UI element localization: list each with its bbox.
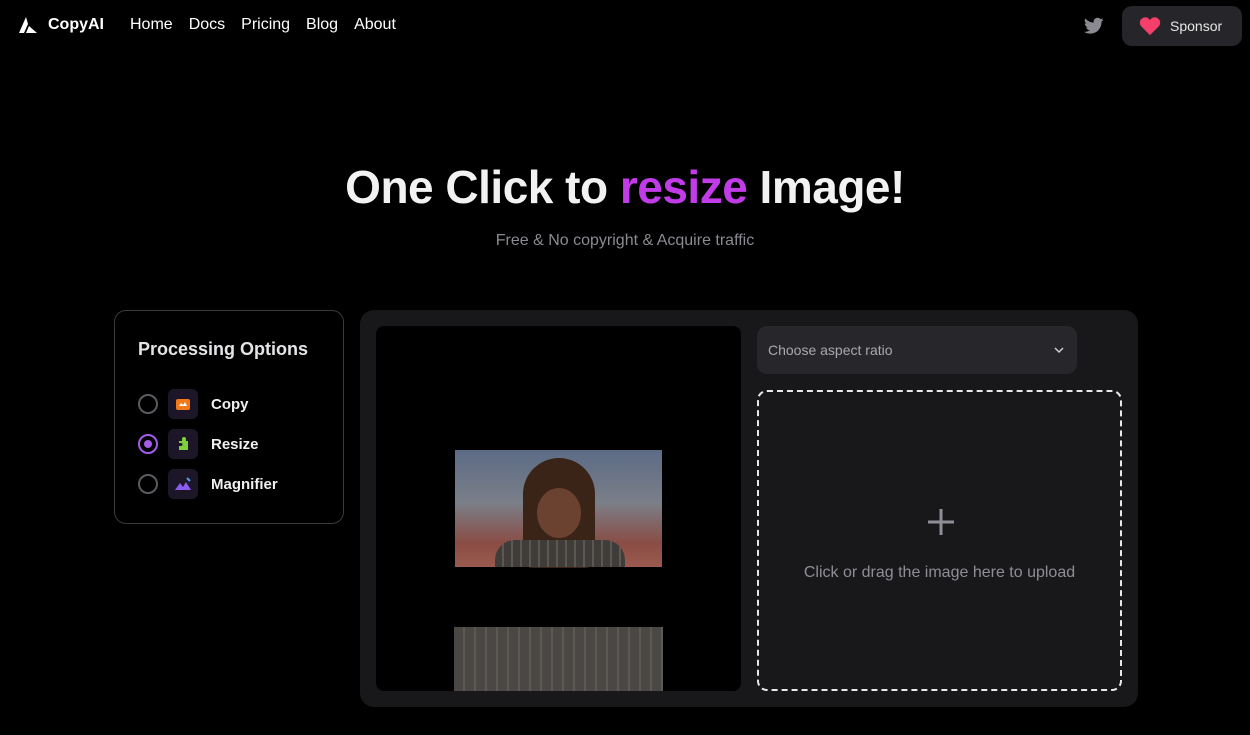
hero-title-end: Image!: [747, 161, 906, 213]
preview-image-top: [455, 450, 662, 568]
options-title: Processing Options: [138, 339, 309, 359]
logo-icon: [19, 17, 37, 33]
option-magnifier-label: Magnifier: [211, 475, 278, 493]
brand-name: CopyAI: [48, 16, 104, 33]
dropzone-text: Click or drag the image here to upload: [803, 564, 1076, 581]
aspect-ratio-placeholder: Choose aspect ratio: [768, 342, 893, 358]
radio-resize[interactable]: [138, 434, 158, 454]
nav-links: Home Docs Pricing Blog About: [130, 16, 412, 34]
hero-title-start: One Click to: [345, 161, 620, 213]
option-resize[interactable]: Resize: [138, 428, 259, 460]
upload-dropzone[interactable]: Click or drag the image here to upload: [757, 390, 1122, 691]
nav-link-about[interactable]: About: [354, 16, 396, 34]
hero-title: One Click to resize Image!: [0, 160, 1250, 214]
option-copy[interactable]: Copy: [138, 388, 249, 420]
nav-link-home[interactable]: Home: [130, 16, 173, 34]
puzzle-icon: [168, 429, 198, 459]
nav-link-pricing[interactable]: Pricing: [241, 16, 290, 34]
chevron-down-icon: [1054, 347, 1064, 354]
brand-logo[interactable]: CopyAI: [18, 16, 104, 34]
radio-magnifier[interactable]: [138, 474, 158, 494]
processing-options-panel: Processing Options Copy Resize Magnifier: [114, 310, 344, 524]
nav-link-blog[interactable]: Blog: [306, 16, 338, 34]
nav-link-docs[interactable]: Docs: [189, 16, 225, 34]
preview-image-bottom: [454, 627, 663, 691]
image-preview: [376, 326, 741, 691]
heart-icon: [1139, 17, 1161, 36]
hero-title-accent: resize: [619, 161, 748, 213]
option-magnifier[interactable]: Magnifier: [138, 468, 278, 500]
radio-copy[interactable]: [138, 394, 158, 414]
sponsor-label: Sponsor: [1170, 18, 1223, 34]
twitter-icon[interactable]: [1084, 17, 1104, 35]
workspace-panel: Choose aspect ratio Click or drag the im…: [360, 310, 1138, 707]
plus-icon: [928, 509, 954, 535]
option-resize-label: Resize: [211, 435, 259, 453]
aspect-ratio-select[interactable]: Choose aspect ratio: [757, 326, 1077, 374]
copy-icon: [168, 389, 198, 419]
sponsor-button[interactable]: Sponsor: [1122, 6, 1242, 46]
top-nav: CopyAI Home Docs Pricing Blog About Spon…: [0, 0, 1250, 52]
hero-subtitle: Free & No copyright & Acquire traffic: [495, 232, 755, 249]
option-copy-label: Copy: [211, 395, 249, 413]
mountain-image-icon: [168, 469, 198, 499]
portrait-jacket: [495, 540, 625, 567]
